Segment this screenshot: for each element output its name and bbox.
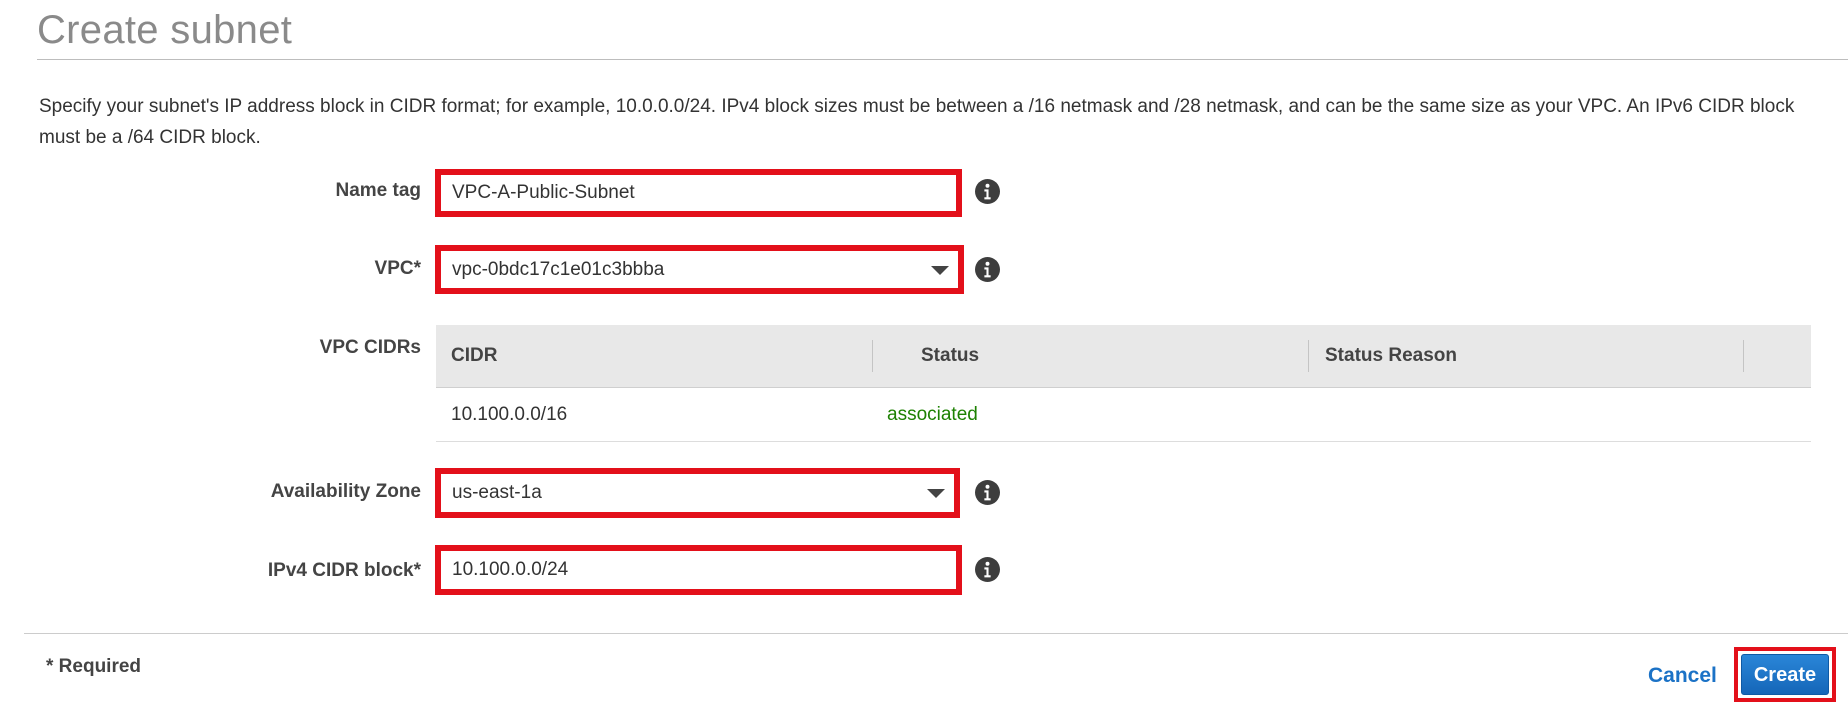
cancel-button[interactable]: Cancel xyxy=(1648,664,1717,688)
title-divider xyxy=(37,59,1848,60)
availability-zone-label: Availability Zone xyxy=(270,481,421,502)
page-title: Create subnet xyxy=(37,8,293,52)
required-note: * Required xyxy=(46,656,142,677)
name-tag-input[interactable]: VPC-A-Public-Subnet xyxy=(435,169,962,217)
status-cell: associated xyxy=(887,404,978,425)
column-header-cidr[interactable]: CIDR xyxy=(451,325,497,387)
vpc-label: VPC* xyxy=(374,258,421,279)
ipv4-cidr-label: IPv4 CIDR block* xyxy=(267,560,421,581)
column-header-status[interactable]: Status xyxy=(921,325,979,387)
create-button-highlight: Create xyxy=(1734,647,1836,702)
vpc-select-value: vpc-0bdc17c1e01c3bbba xyxy=(452,258,665,280)
availability-zone-value: us-east-1a xyxy=(452,482,542,503)
name-tag-value: VPC-A-Public-Subnet xyxy=(452,182,635,203)
info-icon[interactable] xyxy=(975,480,1000,505)
info-icon[interactable] xyxy=(975,179,1000,204)
vpc-cidrs-label: VPC CIDRs xyxy=(319,337,421,358)
vpc-cidrs-table: CIDR Status Status Reason 10.100.0.0/16 … xyxy=(436,325,1811,442)
description-text: Specify your subnet's IP address block i… xyxy=(39,96,1795,148)
vpc-select[interactable]: vpc-0bdc17c1e01c3bbba xyxy=(435,245,964,294)
footer-divider xyxy=(24,633,1848,634)
ipv4-cidr-input[interactable]: 10.100.0.0/24 xyxy=(435,545,962,595)
info-icon[interactable] xyxy=(975,557,1000,582)
availability-zone-select[interactable]: us-east-1a xyxy=(435,468,960,518)
cidr-cell: 10.100.0.0/16 xyxy=(451,404,568,425)
column-divider[interactable] xyxy=(1743,340,1744,372)
chevron-down-icon xyxy=(927,489,945,498)
create-button[interactable]: Create xyxy=(1741,654,1829,695)
name-tag-label: Name tag xyxy=(335,180,421,201)
column-header-status-reason[interactable]: Status Reason xyxy=(1325,325,1457,387)
table-row: 10.100.0.0/16 associated xyxy=(436,388,1811,442)
table-header: CIDR Status Status Reason xyxy=(436,325,1811,388)
column-divider[interactable] xyxy=(872,340,873,372)
chevron-down-icon xyxy=(931,265,949,275)
column-divider[interactable] xyxy=(1308,340,1309,372)
info-icon[interactable] xyxy=(975,257,1000,282)
ipv4-cidr-value: 10.100.0.0/24 xyxy=(452,559,569,580)
